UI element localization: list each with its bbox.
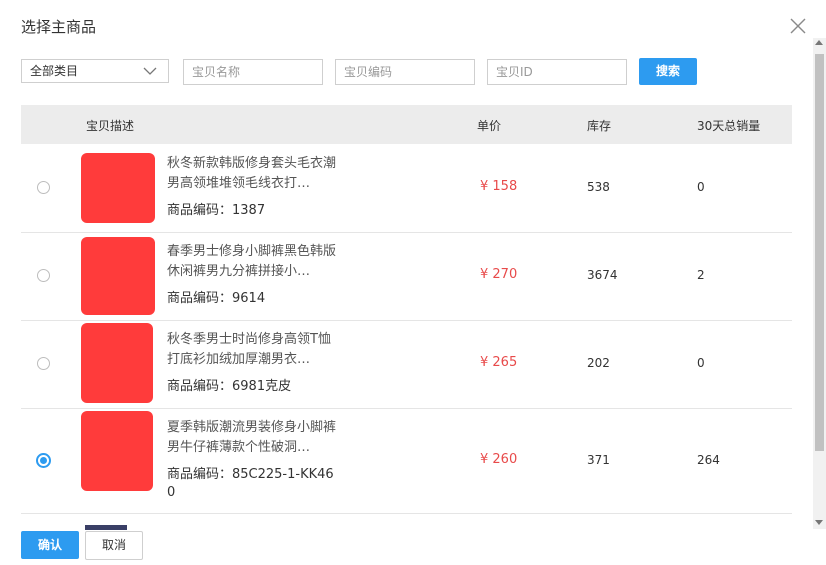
product-stock: 371 xyxy=(587,453,610,467)
row-radio-selected[interactable] xyxy=(36,453,51,468)
product-sales: 2 xyxy=(697,268,705,282)
dialog-title: 选择主商品 xyxy=(21,18,97,36)
product-thumbnail xyxy=(85,525,127,530)
table-header: 宝贝描述 单价 库存 30天总销量 xyxy=(21,105,792,144)
header-description: 宝贝描述 xyxy=(86,119,135,133)
product-thumbnail xyxy=(81,237,155,315)
product-thumbnail xyxy=(81,153,155,223)
row-radio[interactable] xyxy=(37,357,50,370)
close-icon[interactable] xyxy=(789,17,807,35)
product-code: 商品编码：85C225-1-KK460 xyxy=(167,467,334,500)
table-row[interactable]: 春季男士修身小脚裤黑色韩版休闲裤男九分裤拼接小… 商品编码：9614 ¥ 270… xyxy=(21,233,792,321)
header-sales: 30天总销量 xyxy=(697,119,761,133)
row-radio[interactable] xyxy=(37,269,50,282)
table-row-partial[interactable] xyxy=(21,515,792,530)
product-sales: 264 xyxy=(697,453,720,467)
table-row[interactable]: 夏季韩版潮流男装修身小脚裤男牛仔裤薄款个性破洞… 商品编码：85C225-1-K… xyxy=(21,409,792,514)
scroll-down-arrow-icon[interactable] xyxy=(815,520,823,525)
table-scrollbar[interactable] xyxy=(813,38,826,529)
product-stock: 202 xyxy=(587,356,610,370)
item-name-input[interactable] xyxy=(183,59,323,85)
table-row[interactable]: 秋冬季男士时尚修身高领T恤打底衫加绒加厚潮男衣… 商品编码：6981克皮 ¥ 2… xyxy=(21,321,792,409)
item-code-input[interactable] xyxy=(335,59,475,85)
product-stock: 538 xyxy=(587,180,610,194)
header-price: 单价 xyxy=(477,119,502,133)
product-sales: 0 xyxy=(697,356,705,370)
chevron-down-icon xyxy=(143,67,157,75)
row-radio[interactable] xyxy=(37,181,50,194)
product-code: 商品编码：1387 xyxy=(167,203,266,218)
confirm-button[interactable]: 确认 xyxy=(21,531,79,559)
product-code: 商品编码：6981克皮 xyxy=(167,379,292,394)
product-title[interactable]: 秋冬新款韩版修身套头毛衣潮 男高领堆堆领毛线衣打… xyxy=(167,154,339,194)
item-id-input[interactable] xyxy=(487,59,627,85)
product-thumbnail xyxy=(81,323,153,403)
search-button[interactable]: 搜索 xyxy=(639,58,697,85)
product-title[interactable]: 夏季韩版潮流男装修身小脚裤男牛仔裤薄款个性破洞… xyxy=(167,418,339,458)
scroll-thumb[interactable] xyxy=(815,54,824,451)
table-row[interactable]: 秋冬新款韩版修身套头毛衣潮 男高领堆堆领毛线衣打… 商品编码：1387 ¥ 15… xyxy=(21,145,792,233)
category-select-value: 全部类目 xyxy=(30,64,79,78)
product-sales: 0 xyxy=(697,180,705,194)
scroll-up-arrow-icon[interactable] xyxy=(815,40,823,45)
product-price: ¥ 265 xyxy=(480,355,518,370)
product-price: ¥ 270 xyxy=(480,267,518,282)
category-select[interactable]: 全部类目 xyxy=(21,59,169,83)
product-code: 商品编码：9614 xyxy=(167,291,266,306)
product-thumbnail xyxy=(81,411,153,491)
cancel-button[interactable]: 取消 xyxy=(85,531,143,560)
header-stock: 库存 xyxy=(587,119,612,133)
product-title[interactable]: 秋冬季男士时尚修身高领T恤打底衫加绒加厚潮男衣… xyxy=(167,330,339,370)
product-stock: 3674 xyxy=(587,268,618,282)
close-button[interactable] xyxy=(789,17,807,35)
product-title[interactable]: 春季男士修身小脚裤黑色韩版休闲裤男九分裤拼接小… xyxy=(167,242,339,282)
product-price: ¥ 260 xyxy=(480,452,518,467)
product-price: ¥ 158 xyxy=(480,179,518,194)
